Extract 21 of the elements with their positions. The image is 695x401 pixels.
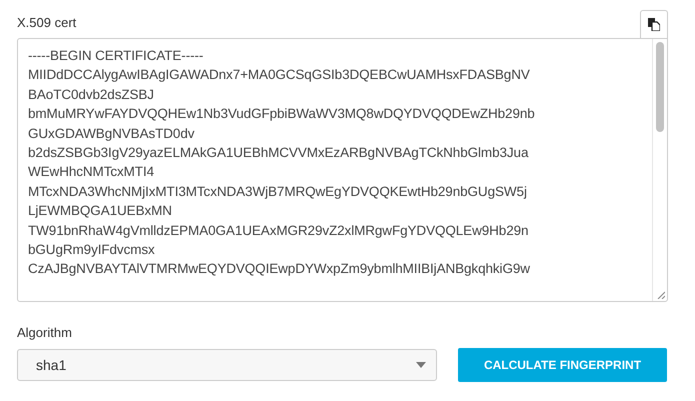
algorithm-select[interactable]: sha1 <box>17 349 437 381</box>
certificate-line: LjEWMBQGA1UEBxMN <box>28 202 173 220</box>
certificate-line: bGUgRm9yIFdvcmsx <box>28 241 156 260</box>
certificate-line: bmMuMRYwFAYDVQQHEw1Nb3VudGFpbiBWaWV3MQ8wDQYDVQQDEwZHb29nb <box>28 105 536 124</box>
resize-grip-icon[interactable] <box>657 291 665 299</box>
certificate-line: -----BEGIN CERTIFICATE----- <box>28 47 204 65</box>
scrollbar-thumb[interactable] <box>656 42 664 132</box>
copy-button[interactable] <box>640 10 668 38</box>
certificate-line: MTcxNDA3WhcNMjIxMTI3MTcxNDA3WjB7MRQwEgYDVQQKEwtHb29nbGUgSW5j <box>28 182 528 201</box>
certificate-line: BAoTC0dvb2dsZSBJ <box>28 86 155 104</box>
certificate-line: WEwHhcNMTcxMTI4 <box>28 163 155 182</box>
caret-icon <box>416 362 426 368</box>
certificate-line: CzAJBgNVBAYTAlVTMRMwEQYDVQQIEwpDYWxpZm9ybmlhMIIBIjANBgkqhkiG9w <box>28 260 531 278</box>
certificate-line: MIIDdDCCAlygAwIBAgIGAWADnx7+MA0GCSqGSIb3DQEBCwUAMHsxFDASBgNV <box>28 66 531 84</box>
copy-icon <box>648 18 660 31</box>
field-label: Algorithm <box>17 325 73 340</box>
certificate-line: TW91bnRhaW4gVmlldzEPMA0GA1UEAxMGR29vZ2xlMRgwFgYDVQQLEw9Hb29n <box>28 222 530 240</box>
certificate-line: GUxGDAWBgNVBAsTD0dv <box>28 124 196 143</box>
certificate-textarea[interactable] <box>17 38 668 302</box>
field-label: X.509 cert <box>17 15 76 30</box>
certificate-line: b2dsZSBGb3IgV29yazELMAkGA1UEBhMCVVMxEzARBgNVBAgTCkNhbGlmb3Jua <box>28 144 530 162</box>
